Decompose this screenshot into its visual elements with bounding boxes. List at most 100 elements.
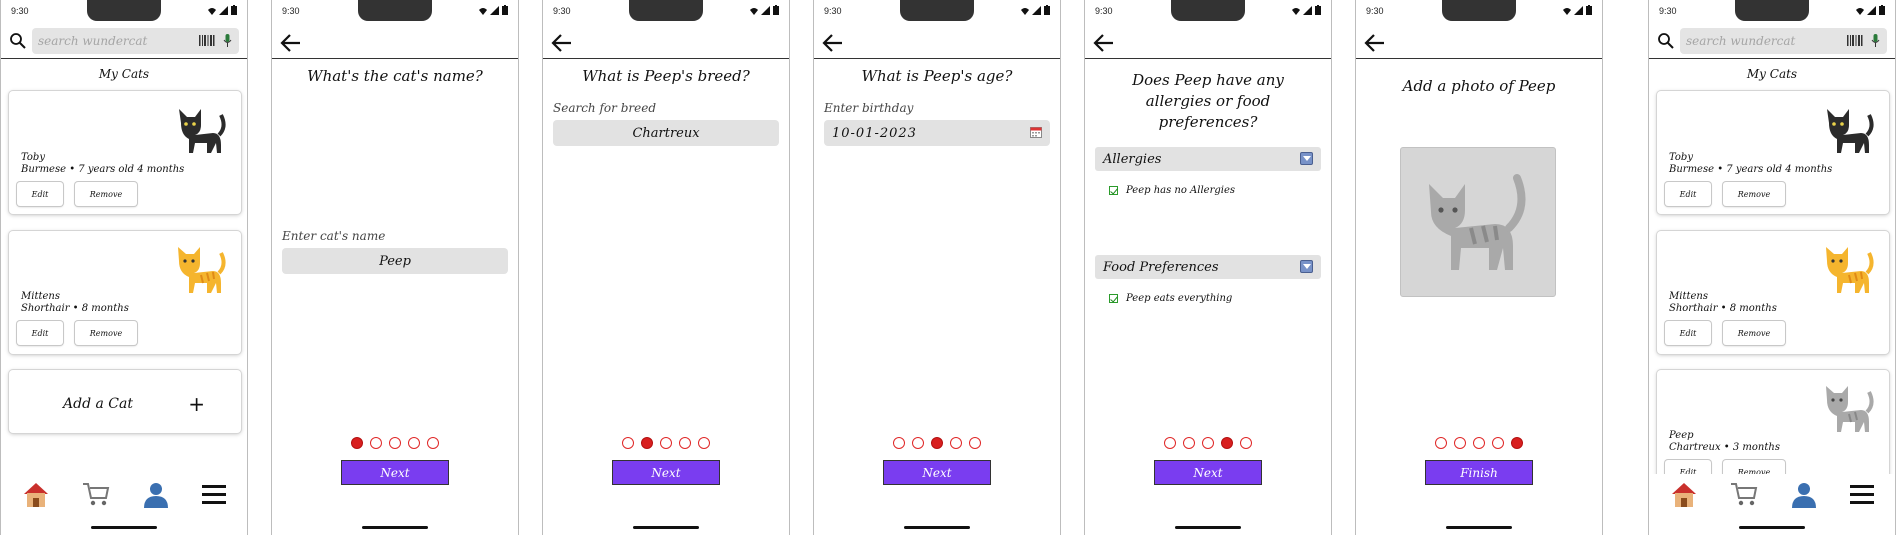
- step-dot: [641, 437, 653, 449]
- cat-name-input[interactable]: Peep: [282, 248, 508, 274]
- status-icons: [208, 5, 237, 15]
- screen-cat-breed: 9:30 What is Peep's breed? Search for br…: [542, 0, 790, 535]
- checkbox-checked[interactable]: [1109, 294, 1118, 303]
- step-indicator: [272, 437, 518, 449]
- checkbox-label: Peep has no Allergies: [1126, 185, 1236, 196]
- field-label: Enter birthday: [824, 101, 914, 115]
- step-dot: [1164, 437, 1176, 449]
- top-bar: [1085, 24, 1331, 59]
- cat-details: Burmese • 7 years old 4 months: [1669, 164, 1833, 175]
- profile-icon[interactable]: [141, 480, 171, 508]
- food-preferences-dropdown[interactable]: Food Preferences: [1095, 255, 1321, 279]
- cat-card-mittens[interactable]: Mittens Shorthair • 8 months Edit Remove: [1657, 231, 1889, 354]
- menu-icon[interactable]: [1847, 480, 1877, 508]
- orange-cat-icon: [178, 247, 226, 293]
- back-arrow-icon[interactable]: [822, 32, 844, 54]
- step-indicator: [1085, 437, 1331, 449]
- home-indicator: [91, 526, 157, 529]
- step-dot: [1435, 437, 1447, 449]
- wifi-icon: [1292, 8, 1300, 15]
- step-dot: [893, 437, 905, 449]
- edit-button[interactable]: Edit: [1665, 321, 1711, 345]
- add-cat-label: Add a Cat: [63, 396, 133, 412]
- home-indicator: [1446, 526, 1512, 529]
- breed-search-input[interactable]: Chartreux: [553, 120, 779, 146]
- home-icon[interactable]: [21, 480, 51, 508]
- back-arrow-icon[interactable]: [1364, 32, 1386, 54]
- screen-my-cats-updated: 9:30 My Cats Toby Burmese • 7 years old …: [1648, 0, 1896, 535]
- gray-cat-icon: [1429, 174, 1526, 270]
- cart-icon[interactable]: [81, 480, 111, 508]
- phone-notch: [1171, 0, 1245, 21]
- cat-card-mittens[interactable]: Mittens Shorthair • 8 months Edit Remove: [9, 231, 241, 354]
- cat-card-toby[interactable]: Toby Burmese • 7 years old 4 months Edit…: [1657, 91, 1889, 214]
- step-dot: [408, 437, 420, 449]
- add-cat-button[interactable]: Add a Cat +: [9, 370, 241, 433]
- step-dot: [931, 437, 943, 449]
- edit-button[interactable]: Edit: [17, 321, 63, 345]
- dropdown-label: Food Preferences: [1103, 259, 1219, 275]
- step-dot: [912, 437, 924, 449]
- gray-cat-icon: [1826, 386, 1874, 432]
- step-dot: [1473, 437, 1485, 449]
- no-allergies-checkbox-row[interactable]: Peep has no Allergies: [1109, 185, 1235, 196]
- finish-button[interactable]: Finish: [1425, 460, 1533, 485]
- field-label: Enter cat's name: [282, 229, 386, 243]
- next-button[interactable]: Next: [883, 460, 991, 485]
- remove-button[interactable]: Remove: [1723, 321, 1785, 345]
- next-button[interactable]: Next: [341, 460, 449, 485]
- allergies-dropdown[interactable]: Allergies: [1095, 147, 1321, 171]
- checkbox-checked[interactable]: [1109, 186, 1118, 195]
- top-bar: [814, 24, 1060, 59]
- screen-cat-photo: 9:30 Add a photo of Peep Finish: [1355, 0, 1603, 535]
- search-icon[interactable]: [9, 32, 27, 50]
- back-arrow-icon[interactable]: [551, 32, 573, 54]
- step-dot: [1240, 437, 1252, 449]
- back-arrow-icon[interactable]: [1093, 32, 1115, 54]
- field-label: Search for breed: [553, 101, 656, 115]
- photo-upload-area[interactable]: [1400, 147, 1556, 297]
- profile-icon[interactable]: [1789, 480, 1819, 508]
- calendar-icon[interactable]: [1030, 126, 1042, 138]
- next-button[interactable]: Next: [1154, 460, 1262, 485]
- page-title: My Cats: [98, 67, 150, 81]
- home-icon[interactable]: [1669, 480, 1699, 508]
- signal-icon: [1303, 6, 1312, 15]
- status-time: 9:30: [282, 6, 300, 16]
- microphone-icon[interactable]: [1871, 34, 1880, 47]
- step-indicator: [814, 437, 1060, 449]
- cat-name: Toby: [21, 152, 45, 163]
- menu-icon[interactable]: [199, 480, 229, 508]
- search-icon[interactable]: [1657, 32, 1675, 50]
- eats-everything-checkbox-row[interactable]: Peep eats everything: [1109, 293, 1232, 304]
- battery-icon: [1315, 5, 1321, 15]
- cart-icon[interactable]: [1729, 480, 1759, 508]
- status-time: 9:30: [553, 6, 571, 16]
- birthday-value: 10-01-2023: [832, 125, 917, 141]
- bottom-nav: [1, 474, 247, 518]
- barcode-icon[interactable]: [199, 35, 215, 46]
- search-bar: [1, 24, 247, 59]
- phone-notch: [1442, 0, 1516, 21]
- signal-icon: [1867, 6, 1876, 15]
- step-dot: [660, 437, 672, 449]
- cat-card-toby[interactable]: Toby Burmese • 7 years old 4 months Edit…: [9, 91, 241, 214]
- birthday-input[interactable]: 10-01-2023: [824, 120, 1050, 146]
- edit-button[interactable]: Edit: [17, 182, 63, 206]
- microphone-icon[interactable]: [223, 34, 232, 47]
- battery-icon: [1586, 5, 1592, 15]
- next-button[interactable]: Next: [612, 460, 720, 485]
- bottom-nav: [1649, 474, 1895, 518]
- status-icons: [479, 5, 508, 15]
- remove-button[interactable]: Remove: [75, 182, 137, 206]
- back-arrow-icon[interactable]: [280, 32, 302, 54]
- edit-button[interactable]: Edit: [1665, 182, 1711, 206]
- top-bar: [272, 24, 518, 59]
- remove-button[interactable]: Remove: [1723, 182, 1785, 206]
- step-dot: [679, 437, 691, 449]
- battery-icon: [231, 5, 237, 15]
- screen-cat-allergies: 9:30 Does Peep have any allergies or foo…: [1084, 0, 1332, 535]
- remove-button[interactable]: Remove: [75, 321, 137, 345]
- cat-details: Chartreux • 3 months: [1669, 442, 1780, 453]
- barcode-icon[interactable]: [1847, 35, 1863, 46]
